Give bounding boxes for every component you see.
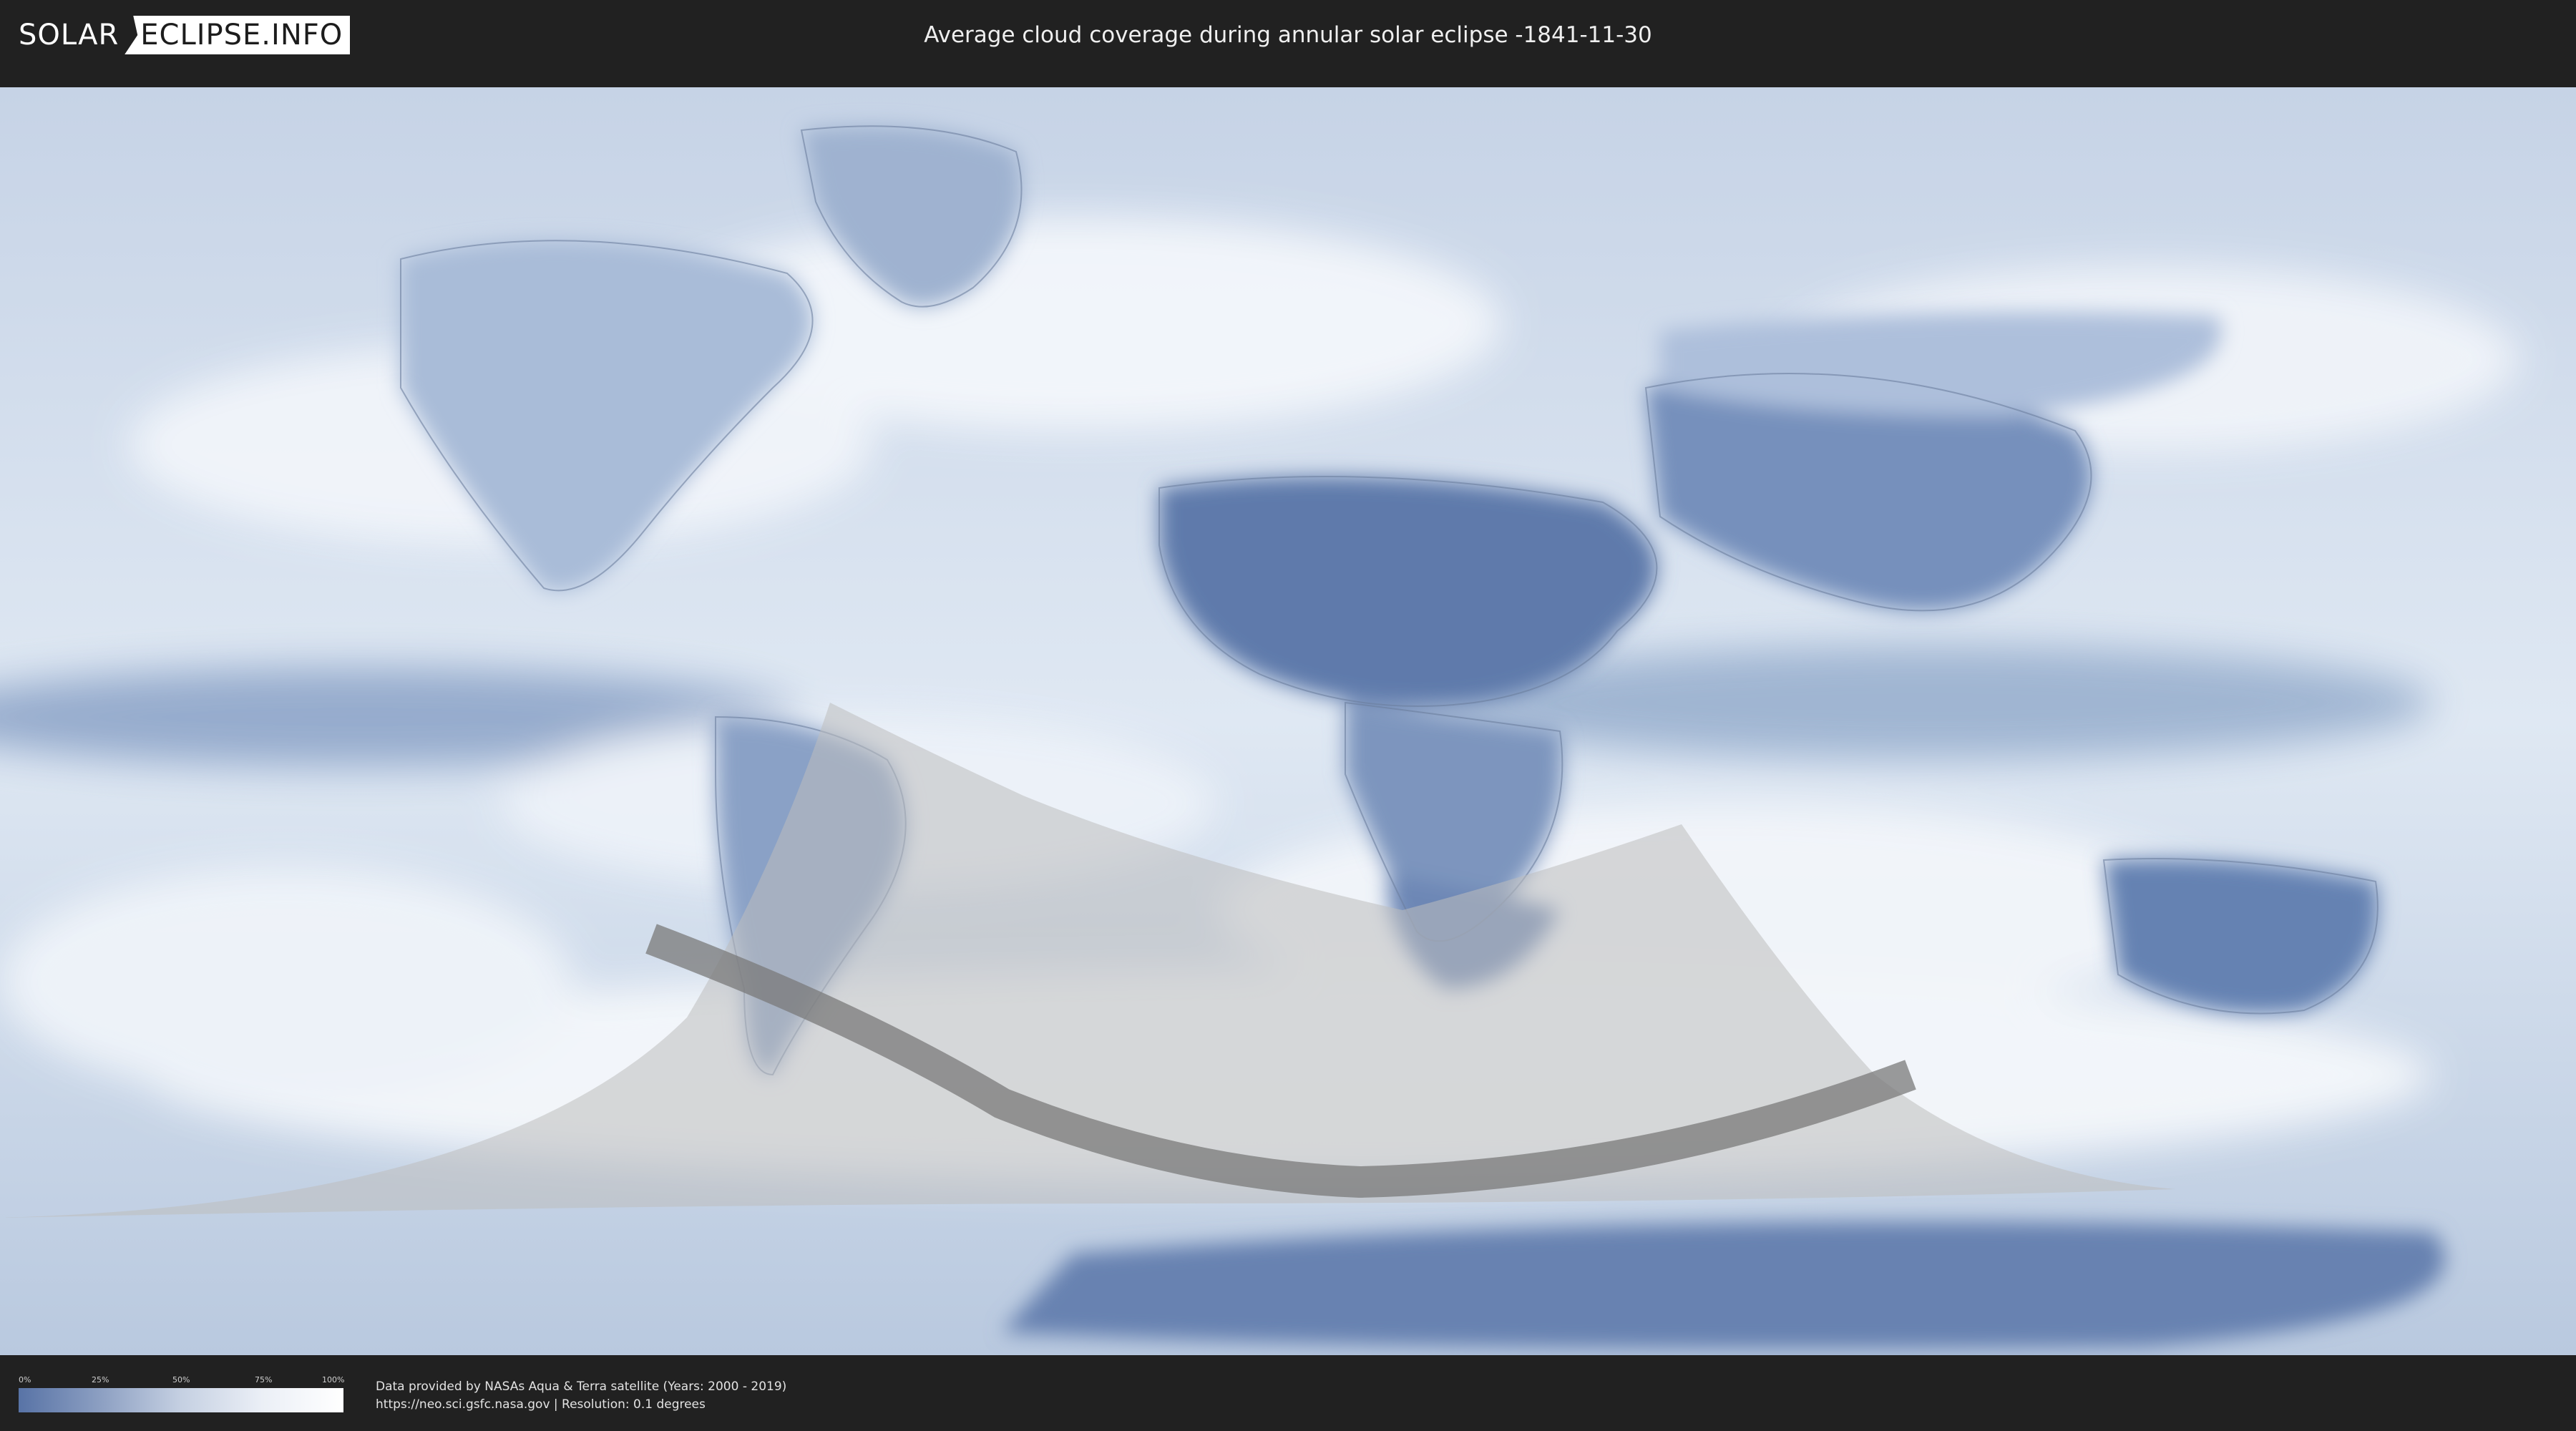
legend-tick: 25% bbox=[92, 1375, 109, 1384]
credit-line-source: Data provided by NASAs Aqua & Terra sate… bbox=[376, 1379, 787, 1394]
header-bar: SOLAR ECLIPSE.INFO Average cloud coverag… bbox=[0, 0, 2576, 72]
map-svg bbox=[0, 87, 2576, 1355]
cloud-coverage-map[interactable] bbox=[0, 87, 2576, 1355]
cloud-coverage-legend: 0% 25% 50% 75% 100% bbox=[19, 1375, 345, 1414]
data-credits: Data provided by NASAs Aqua & Terra sate… bbox=[376, 1378, 786, 1414]
legend-tick: 75% bbox=[255, 1375, 273, 1384]
legend-color-scale bbox=[19, 1388, 343, 1412]
legend-tick: 100% bbox=[322, 1375, 345, 1384]
credit-line-url[interactable]: https://neo.sci.gsfc.nasa.gov | Resoluti… bbox=[376, 1396, 786, 1414]
legend-tick: 0% bbox=[19, 1375, 31, 1384]
page-title: Average cloud coverage during annular so… bbox=[924, 22, 1652, 48]
legend-tick: 50% bbox=[172, 1375, 190, 1384]
legend-ticks: 0% 25% 50% 75% 100% bbox=[19, 1375, 345, 1385]
